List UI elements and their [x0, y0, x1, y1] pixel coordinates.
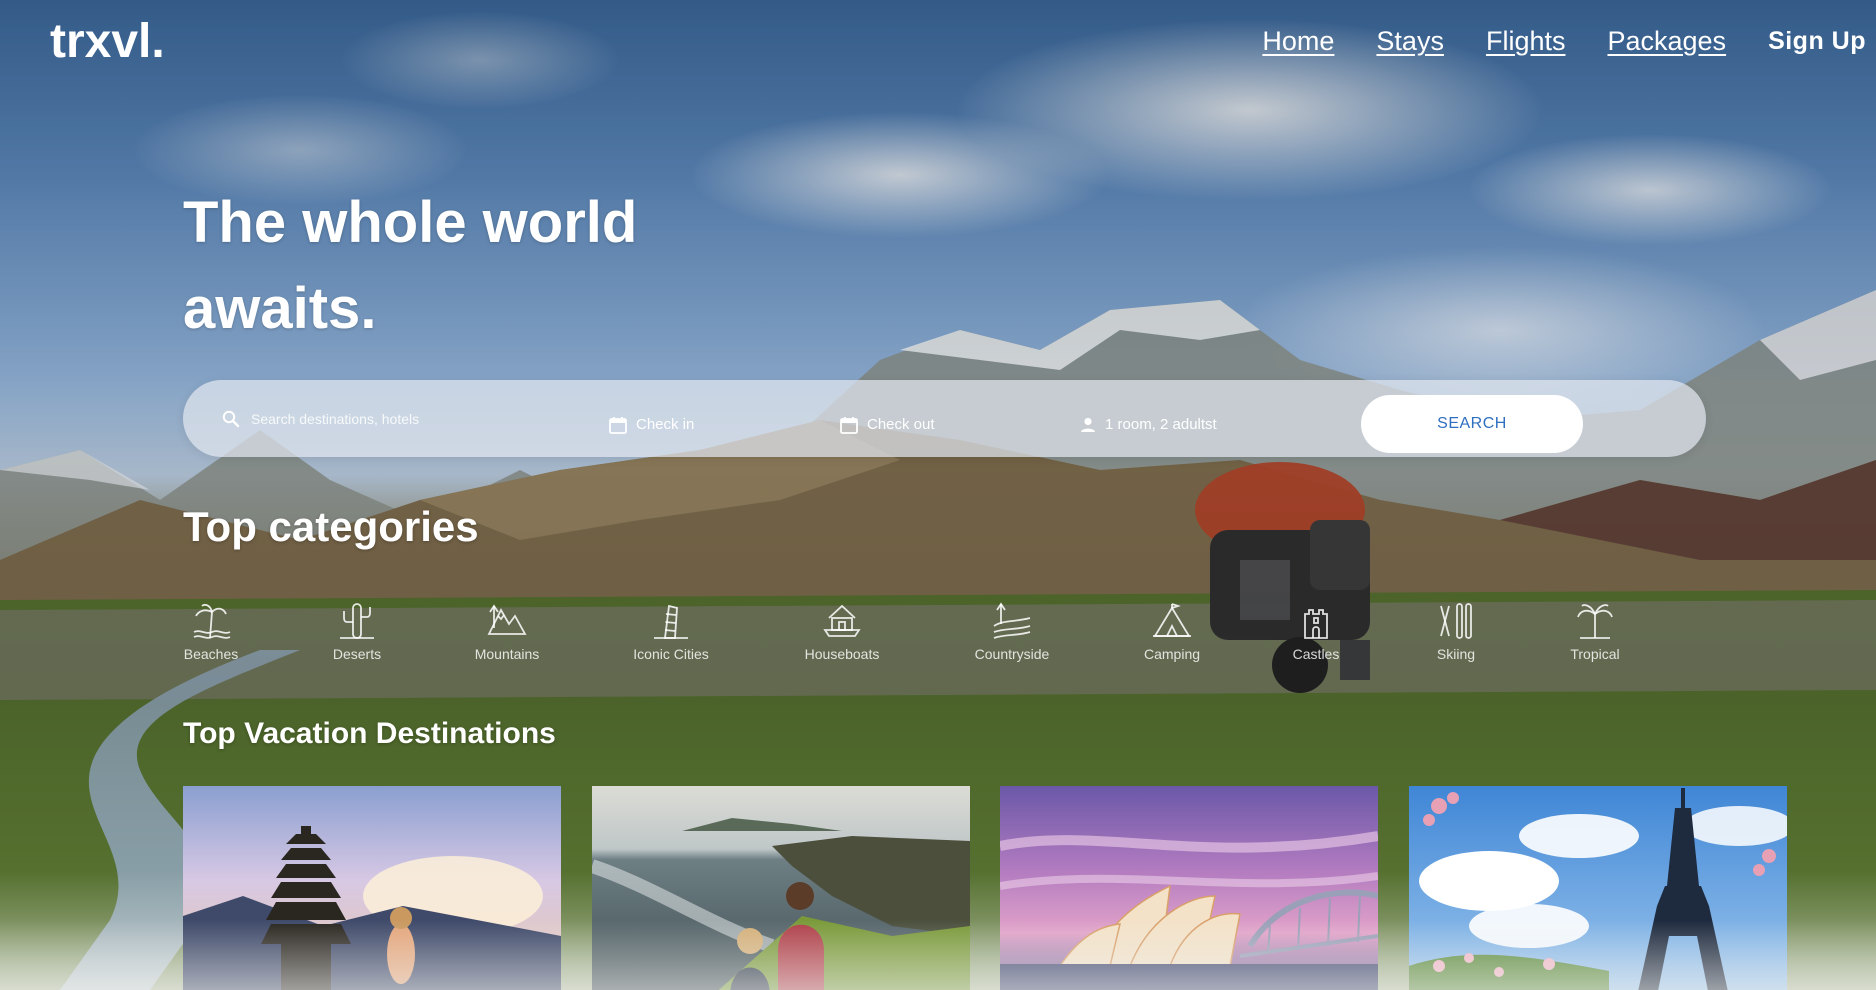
- destination-card-bali[interactable]: [183, 786, 561, 990]
- check-out-label: Check out: [867, 416, 935, 433]
- check-in-field[interactable]: Check in: [608, 386, 694, 463]
- tent-icon: [1153, 603, 1191, 637]
- category-label: Skiing: [1436, 646, 1476, 662]
- category-camping[interactable]: Camping: [1112, 600, 1232, 662]
- hero-title: The whole world awaits.: [183, 190, 638, 341]
- destinations-title: Top Vacation Destinations: [183, 717, 556, 750]
- palm-icon: [1577, 604, 1613, 639]
- mountain-icon: [487, 604, 527, 635]
- category-label: Camping: [1143, 646, 1201, 662]
- category-castles[interactable]: Castles: [1256, 600, 1376, 662]
- check-in-label: Check in: [636, 416, 695, 433]
- guests-field[interactable]: 1 room, 2 adultst: [1079, 386, 1217, 463]
- search-field: [221, 380, 571, 457]
- category-label: Tropical: [1570, 646, 1620, 662]
- beach-icon: [193, 604, 231, 639]
- category-label: Countryside: [974, 646, 1050, 662]
- calendar-icon: [839, 415, 859, 435]
- brand-logo[interactable]: trxvl.: [50, 14, 165, 69]
- countryside-icon: [993, 602, 1031, 639]
- nav-stays-link[interactable]: Stays: [1376, 26, 1444, 57]
- category-mountains[interactable]: Mountains: [447, 600, 567, 662]
- search-icon: [221, 409, 241, 429]
- category-deserts[interactable]: Deserts: [297, 600, 417, 662]
- category-houseboats[interactable]: Houseboats: [782, 600, 902, 662]
- castle-icon: [1304, 609, 1328, 639]
- sydney-opera-house-image: [1000, 786, 1378, 990]
- categories-row: Beaches Deserts Mountains Iconic Cities …: [183, 600, 1623, 670]
- guests-label: 1 room, 2 adultst: [1105, 416, 1217, 433]
- page: trxvl. Home Stays Flights Packages Sign …: [0, 0, 1876, 990]
- category-countryside[interactable]: Countryside: [952, 600, 1072, 662]
- search-button[interactable]: SEARCH: [1361, 395, 1583, 453]
- category-iconic-cities[interactable]: Iconic Cities: [611, 600, 731, 662]
- top-nav: Home Stays Flights Packages Sign Up: [1262, 26, 1866, 57]
- category-beaches[interactable]: Beaches: [151, 600, 271, 662]
- ski-icon: [1440, 603, 1472, 639]
- check-out-field[interactable]: Check out: [839, 386, 935, 463]
- houseboat-icon: [823, 604, 861, 637]
- destination-card-cliffs[interactable]: [592, 786, 970, 990]
- nav-packages-link[interactable]: Packages: [1607, 26, 1726, 57]
- category-label: Castles: [1292, 646, 1340, 662]
- person-icon: [1079, 416, 1097, 434]
- cactus-icon: [340, 603, 374, 639]
- tower-icon: [654, 604, 688, 639]
- category-label: Mountains: [474, 646, 540, 662]
- category-label: Beaches: [183, 646, 239, 662]
- search-bar: Check in Check out 1 room, 2 adultst SEA…: [183, 380, 1706, 457]
- bali-temple-image: [183, 786, 561, 990]
- sign-up-link[interactable]: Sign Up: [1768, 27, 1866, 56]
- category-label: Deserts: [332, 646, 382, 662]
- category-tropical[interactable]: Tropical: [1535, 600, 1655, 662]
- eiffel-tower-image: [1409, 786, 1787, 990]
- categories-title: Top categories: [183, 503, 479, 550]
- category-skiing[interactable]: Skiing: [1396, 600, 1516, 662]
- nav-home-link[interactable]: Home: [1262, 26, 1334, 57]
- coastal-cliffs-image: [592, 786, 970, 990]
- calendar-icon: [608, 415, 628, 435]
- destination-card-paris[interactable]: [1409, 786, 1787, 990]
- destination-card-sydney[interactable]: [1000, 786, 1378, 990]
- search-input[interactable]: [249, 409, 553, 428]
- nav-flights-link[interactable]: Flights: [1486, 26, 1566, 57]
- category-label: Houseboats: [804, 646, 880, 662]
- category-label: Iconic Cities: [633, 646, 709, 662]
